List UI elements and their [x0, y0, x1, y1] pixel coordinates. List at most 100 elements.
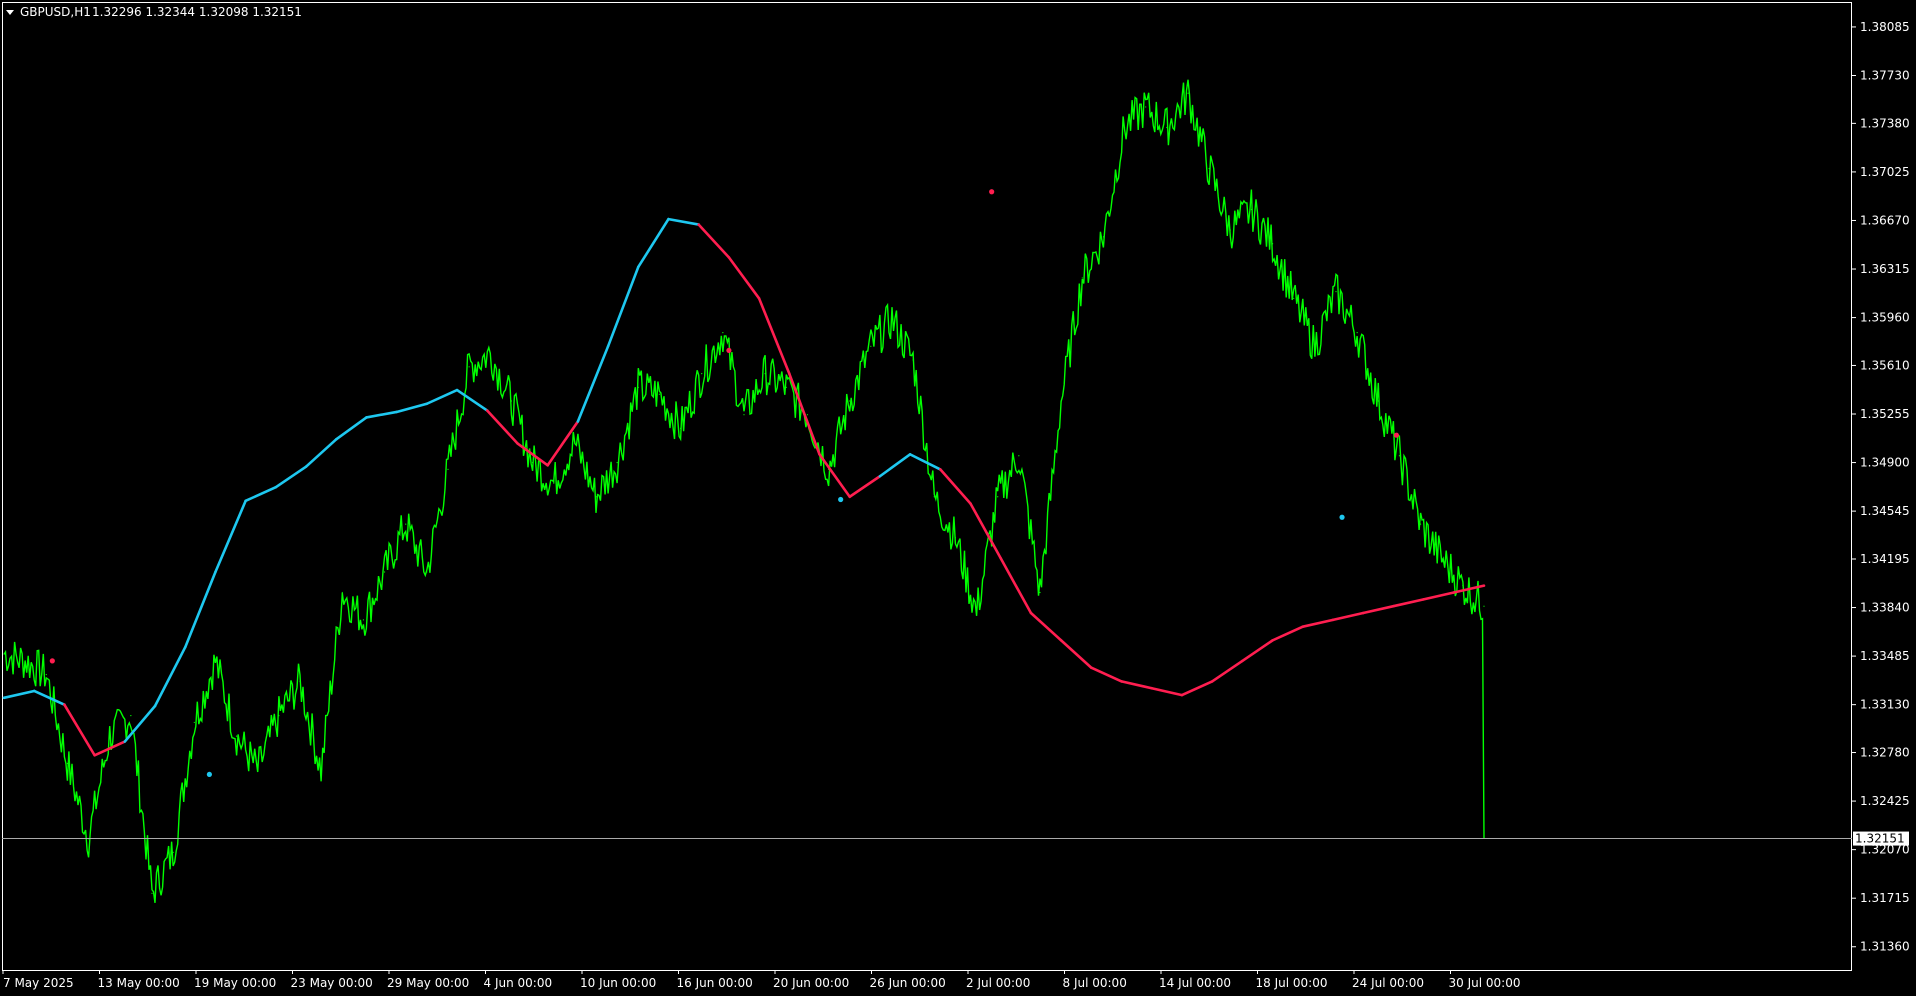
header: GBPUSD,H1 1.32296 1.32344 1.32098 1.3215…: [6, 5, 302, 19]
y-tick-label: 1.34545: [1860, 504, 1910, 518]
price-point: [24, 660, 26, 662]
x-tick-label: 10 Jun 00:00: [580, 976, 656, 990]
price-point: [489, 352, 491, 354]
price-point: [405, 523, 407, 525]
x-tick-label: 14 Jul 00:00: [1159, 976, 1231, 990]
price-point: [1398, 455, 1401, 457]
current-price-tag-text: 1.32151: [1855, 832, 1905, 846]
price-point: [1166, 126, 1168, 129]
y-tick-label: 1.31360: [1860, 940, 1910, 954]
price-point: [1018, 455, 1020, 457]
price-point: [806, 414, 809, 416]
sell-signal-dot: [1393, 432, 1400, 438]
price-point: [1250, 208, 1253, 211]
price-point: [1187, 92, 1189, 94]
x-tick-label: 19 May 00:00: [194, 976, 276, 990]
sell-signal-dot: [49, 658, 55, 664]
price-point: [1335, 290, 1337, 293]
price-point: [130, 714, 132, 717]
y-tick-label: 1.37380: [1860, 116, 1910, 130]
price-point: [299, 680, 301, 683]
x-tick-label: 7 May 2025: [3, 976, 74, 990]
price-point: [1441, 557, 1443, 559]
y-tick-label: 1.33485: [1860, 649, 1910, 663]
price-point: [1123, 126, 1126, 129]
price-point: [764, 373, 766, 375]
price-point: [701, 373, 703, 375]
price-point: [193, 721, 195, 724]
chart-area[interactable]: GBPUSD,H1 1.32296 1.32344 1.32098 1.3215…: [0, 0, 1916, 996]
x-tick-label: 26 Jun 00:00: [870, 976, 946, 990]
price-point: [954, 537, 957, 539]
price-point: [933, 496, 935, 498]
x-tick-label: 13 May 00:00: [98, 976, 180, 990]
price-point: [743, 414, 745, 416]
x-tick-label: 29 May 00:00: [387, 976, 469, 990]
y-tick-label: 1.36315: [1860, 262, 1910, 276]
price-point: [785, 386, 787, 388]
price-point: [1102, 236, 1105, 238]
ohlc-values: 1.32296 1.32344 1.32098 1.32151: [92, 5, 302, 19]
buy-signal-dot: [838, 496, 844, 503]
price-point: [1060, 400, 1062, 402]
price-point: [320, 769, 322, 771]
price-point: [658, 393, 661, 395]
price-point: [637, 386, 639, 388]
price-point: [553, 482, 555, 484]
price-point: [66, 762, 69, 765]
x-tick-label: 24 Jul 00:00: [1352, 976, 1424, 990]
buy-signal-dot: [1339, 514, 1345, 520]
x-tick-label: 20 Jun 00:00: [773, 976, 849, 990]
buy-signal-dot: [206, 771, 212, 778]
price-point: [616, 461, 618, 464]
x-tick-label: 2 Jul 00:00: [966, 976, 1030, 990]
price-point: [383, 571, 386, 573]
y-tick-label: 1.36670: [1860, 213, 1910, 227]
y-tick-label: 1.31715: [1860, 891, 1910, 905]
y-tick-label: 1.32780: [1860, 746, 1910, 760]
price-point: [870, 345, 872, 347]
price-point: [722, 332, 724, 334]
price-point: [1145, 106, 1147, 108]
x-tick-label: 18 Jul 00:00: [1256, 976, 1328, 990]
x-tick-label: 4 Jun 00:00: [484, 976, 553, 990]
y-tick-label: 1.35960: [1860, 311, 1910, 325]
price-point: [531, 461, 534, 464]
price-point: [3, 653, 5, 655]
price-point: [1229, 229, 1231, 231]
price-point: [1081, 277, 1083, 279]
y-tick-label: 1.34900: [1860, 456, 1910, 470]
price-point: [426, 571, 428, 573]
y-tick-label: 1.33130: [1860, 698, 1910, 712]
price-point: [235, 735, 238, 737]
price-point: [362, 619, 365, 621]
price-point: [1314, 345, 1316, 347]
price-point: [1271, 243, 1274, 245]
price-point: [849, 400, 851, 402]
price-point: [1293, 297, 1295, 300]
sell-signal-dot: [989, 189, 995, 195]
price-point: [975, 612, 978, 614]
price-point: [595, 496, 597, 498]
price-point: [891, 318, 893, 320]
price-point: [447, 468, 449, 471]
price-point: [679, 427, 682, 429]
y-tick-label: 1.35255: [1860, 407, 1910, 421]
price-point: [214, 660, 217, 662]
price-point: [574, 441, 576, 443]
x-tick-label: 30 Jul 00:00: [1449, 976, 1521, 990]
y-tick-label: 1.32425: [1860, 794, 1910, 808]
price-point: [1039, 591, 1041, 594]
price-point: [45, 673, 47, 676]
y-tick-label: 1.37730: [1860, 68, 1910, 82]
price-point: [341, 591, 343, 594]
price-point: [1356, 332, 1358, 334]
price-point: [151, 892, 153, 895]
x-tick-label: 8 Jul 00:00: [1063, 976, 1127, 990]
price-point: [912, 359, 914, 361]
price-point: [510, 400, 513, 402]
price-point: [109, 735, 111, 737]
symbol-label: GBPUSD,H1: [20, 5, 91, 19]
x-tick-label: 23 May 00:00: [291, 976, 373, 990]
price-point: [257, 769, 259, 771]
